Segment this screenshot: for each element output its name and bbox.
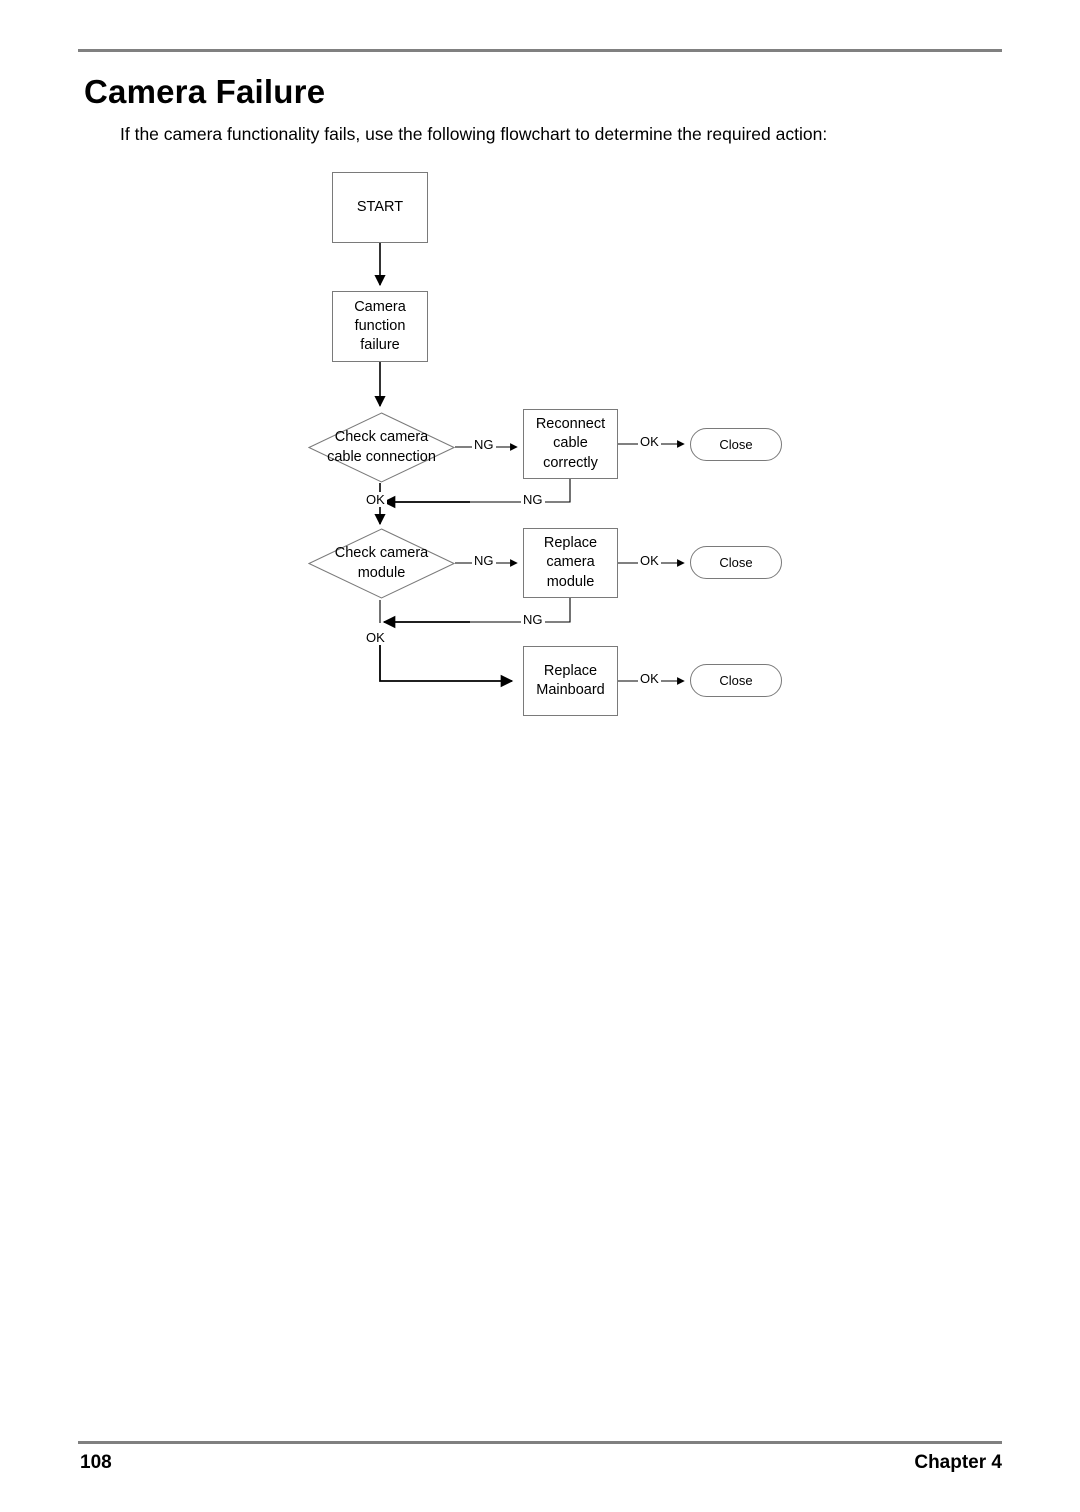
node-close-3: Close	[690, 664, 782, 697]
node-replace-module-line3: module	[546, 573, 595, 590]
node-close-3-label: Close	[719, 672, 753, 688]
edge-label-ng-cable: NG	[472, 437, 496, 452]
footer-page-number: 108	[80, 1452, 112, 1473]
node-camera-function-failure-line2: function failure	[354, 317, 406, 354]
edge-label-ng-module: NG	[472, 553, 496, 568]
footer-chapter: Chapter 4	[914, 1452, 1002, 1473]
node-close-2-label: Close	[719, 554, 753, 570]
node-start: START	[332, 172, 428, 243]
node-replace-mainboard-line1: Replace	[543, 662, 598, 679]
node-close-2: Close	[690, 546, 782, 579]
node-replace-mainboard: Replace Mainboard	[523, 646, 618, 716]
edge-label-ok-reconnect: OK	[638, 434, 661, 449]
decision-1-line1: Check camera	[334, 429, 429, 446]
node-reconnect-line2: cable correctly	[543, 435, 598, 471]
edge-label-ng-reconnect-loop: NG	[521, 492, 545, 507]
decision-check-camera-module: Check camera module	[308, 528, 455, 599]
node-replace-module-line2: camera	[546, 554, 595, 571]
edge-label-ok-mainboard: OK	[638, 671, 661, 686]
node-start-label: START	[356, 198, 404, 215]
node-close-1: Close	[690, 428, 782, 461]
node-reconnect-cable-correctly: Reconnect cable correctly	[523, 409, 618, 479]
node-close-1-label: Close	[719, 436, 753, 452]
node-camera-function-failure: Camera function failure	[332, 291, 428, 362]
node-replace-module-line1: Replace	[543, 535, 598, 552]
edge-label-ok-cable: OK	[364, 492, 387, 507]
document-page: Camera Failure If the camera functionali…	[0, 0, 1080, 1512]
camera-failure-flowchart: START Camera function failure Check came…	[0, 0, 1080, 1512]
flowchart-connectors	[374, 243, 685, 688]
decision-1-line2: cable connection	[327, 448, 436, 465]
edge-label-ok-replace-module: OK	[638, 553, 661, 568]
edge-label-ng-replace-module-loop: NG	[521, 612, 545, 627]
decision-2-line2: module	[357, 564, 406, 581]
node-replace-mainboard-line2: Mainboard	[536, 682, 605, 698]
decision-2-line1: Check camera	[334, 545, 429, 562]
node-reconnect-line1: Reconnect	[535, 416, 606, 433]
node-camera-function-failure-line1: Camera	[354, 298, 406, 315]
edge-label-ok-module: OK	[364, 630, 387, 645]
decision-check-camera-cable-connection: Check camera cable connection	[308, 412, 455, 483]
node-replace-camera-module: Replace camera module	[523, 528, 618, 598]
